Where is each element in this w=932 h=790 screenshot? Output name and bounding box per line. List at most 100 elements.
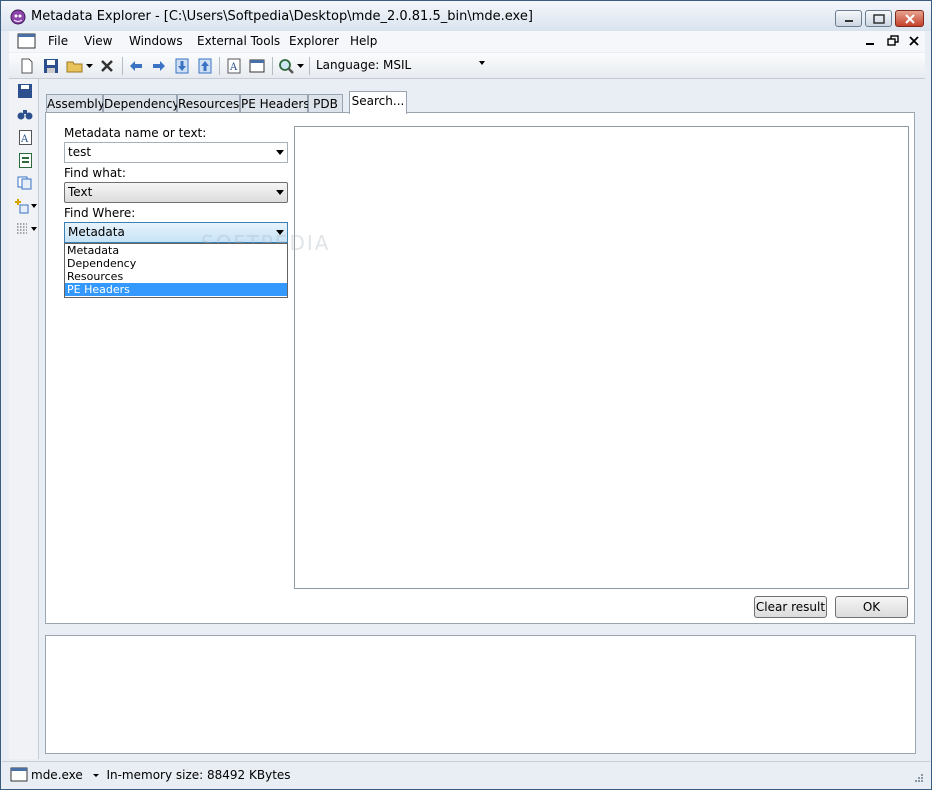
- side-binoculars-button[interactable]: [16, 105, 34, 123]
- tab-strip: Assembly Dependency Resources PE Headers…: [45, 91, 915, 114]
- window-title: Metadata Explorer - [C:\Users\Softpedia\…: [31, 9, 533, 24]
- green-document-icon: [18, 152, 32, 168]
- find-where-label: Find Where:: [64, 206, 136, 220]
- text-document-icon: A: [18, 129, 32, 145]
- find-what-value: Text: [68, 185, 93, 199]
- app-icon: [10, 9, 26, 25]
- option-pe-headers[interactable]: PE Headers: [65, 283, 287, 296]
- side-add-button[interactable]: [13, 197, 31, 215]
- option-resources[interactable]: Resources: [65, 270, 287, 283]
- name-value: test: [68, 145, 92, 159]
- tab-search[interactable]: Search...: [349, 91, 407, 114]
- new-button[interactable]: [17, 56, 37, 76]
- menu-view[interactable]: View: [84, 34, 112, 48]
- search-results-list[interactable]: [294, 126, 909, 589]
- document-window-icon[interactable]: [17, 33, 37, 49]
- tab-assembly[interactable]: Assembly: [46, 94, 105, 114]
- mdi-restore-icon[interactable]: [886, 33, 900, 49]
- side-grid-dropdown[interactable]: [30, 220, 38, 238]
- status-memory: In-memory size: 88492 KBytes: [106, 768, 291, 782]
- forward-button[interactable]: [149, 56, 169, 76]
- find-what-select[interactable]: Text: [64, 182, 288, 203]
- mdi-close-icon[interactable]: [907, 33, 921, 49]
- menu-windows[interactable]: Windows: [129, 34, 183, 48]
- back-button[interactable]: [126, 56, 146, 76]
- chevron-down-icon: [296, 63, 304, 68]
- tab-resources[interactable]: Resources: [177, 94, 240, 114]
- chevron-down-icon: [85, 63, 93, 68]
- language-label: Language:: [316, 58, 380, 72]
- clear-result-button[interactable]: Clear result: [754, 596, 827, 618]
- minimize-button[interactable]: [835, 10, 862, 27]
- tab-dependency[interactable]: Dependency: [103, 94, 180, 114]
- side-add-dropdown[interactable]: [30, 197, 38, 215]
- mdi-minimize-icon[interactable]: [863, 33, 877, 49]
- text-view-button[interactable]: A: [224, 56, 244, 76]
- status-text: mde.exe In-memory size: 88492 KBytes: [31, 768, 291, 782]
- chevron-down-icon: [31, 204, 37, 208]
- tab-pdb[interactable]: PDB: [308, 94, 343, 114]
- chevron-down-icon[interactable]: [91, 771, 101, 779]
- title-bar[interactable]: Metadata Explorer - [C:\Users\Softpedia\…: [1, 1, 931, 31]
- resize-grip-icon[interactable]: [914, 773, 924, 783]
- new-file-icon: [21, 58, 33, 74]
- window-icon[interactable]: [10, 767, 28, 782]
- move-down-button[interactable]: [172, 56, 192, 76]
- grid-icon: [17, 223, 27, 234]
- save-button[interactable]: [41, 56, 61, 76]
- delete-x-icon: [101, 60, 113, 72]
- menu-external-tools[interactable]: External Tools: [197, 34, 280, 48]
- close-icon: [904, 13, 915, 24]
- open-dropdown[interactable]: [83, 56, 95, 76]
- option-metadata[interactable]: Metadata: [65, 244, 287, 257]
- side-text-button[interactable]: A: [16, 128, 34, 146]
- tab-pe-headers[interactable]: PE Headers: [240, 94, 310, 114]
- side-save-button[interactable]: [16, 82, 34, 100]
- name-combobox[interactable]: test: [64, 142, 288, 163]
- side-document-button[interactable]: [16, 151, 34, 169]
- name-label: Metadata name or text:: [64, 126, 207, 140]
- status-file: mde.exe: [31, 768, 83, 782]
- arrow-down-box-icon: [175, 58, 189, 74]
- side-toolbar: A: [9, 79, 39, 759]
- menu-explorer[interactable]: Explorer: [289, 34, 339, 48]
- open-button[interactable]: [65, 56, 85, 76]
- arrow-right-icon: [153, 61, 165, 71]
- find-where-value: Metadata: [68, 225, 125, 239]
- close-button[interactable]: [895, 10, 924, 27]
- chevron-down-icon: [276, 190, 284, 195]
- language-select[interactable]: MSIL: [380, 56, 488, 76]
- maximize-icon: [872, 13, 885, 24]
- binoculars-icon: [17, 110, 33, 120]
- find-dropdown[interactable]: [294, 56, 306, 76]
- option-dependency[interactable]: Dependency: [65, 257, 287, 270]
- magnifier-icon: [279, 59, 294, 74]
- toolbar-separator: [272, 57, 273, 75]
- maximize-button[interactable]: [865, 10, 892, 27]
- output-panel[interactable]: [45, 635, 916, 754]
- svg-text:A: A: [20, 134, 29, 145]
- ok-button[interactable]: OK: [835, 596, 908, 618]
- move-up-button[interactable]: [195, 56, 215, 76]
- toolbar: A Language: MSIL: [9, 53, 925, 79]
- minimize-icon: [844, 19, 853, 22]
- save-icon: [44, 59, 58, 73]
- find-button[interactable]: [276, 56, 296, 76]
- menu-bar: File View Windows External Tools Explore…: [9, 31, 925, 52]
- side-copy-button[interactable]: [16, 174, 34, 192]
- arrow-left-icon: [130, 61, 142, 71]
- chevron-down-icon: [31, 227, 37, 231]
- toolbar-separator: [219, 57, 220, 75]
- close-file-button[interactable]: [97, 56, 117, 76]
- toolbar-separator: [309, 57, 310, 75]
- window-view-button[interactable]: [247, 56, 267, 76]
- open-folder-icon: [66, 61, 83, 73]
- side-grid-button[interactable]: [13, 220, 31, 238]
- main-window: Metadata Explorer - [C:\Users\Softpedia\…: [0, 0, 932, 790]
- chevron-down-icon: [276, 150, 284, 155]
- add-item-icon: [15, 199, 29, 214]
- status-bar: mde.exe In-memory size: 88492 KBytes: [2, 761, 930, 789]
- menu-file[interactable]: File: [48, 34, 68, 48]
- menu-help[interactable]: Help: [350, 34, 377, 48]
- find-what-label: Find what:: [64, 166, 126, 180]
